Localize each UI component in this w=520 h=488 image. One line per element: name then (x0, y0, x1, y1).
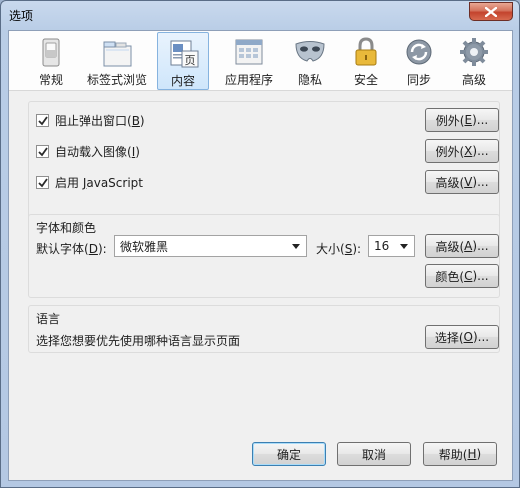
applications-grid-icon (235, 39, 263, 65)
tab-label: 应用程序 (224, 73, 273, 87)
checkmark-icon (37, 115, 48, 125)
lock-icon (355, 37, 377, 66)
switch-icon (42, 38, 60, 67)
content-options-group: 阻止弹出窗口(B) 例外(E)... 自动载入图像(I) 例外(X)... 启用… (28, 101, 500, 225)
ok-button[interactable]: 确定 (252, 442, 326, 466)
svg-text:页: 页 (185, 54, 196, 67)
chevron-down-icon (292, 244, 300, 249)
tab-advanced[interactable]: 高级 (452, 32, 496, 90)
checkmark-icon (37, 177, 48, 187)
language-group: 语言 选择您想要优先使用哪种语言显示页面 选择(O)... (28, 305, 500, 353)
default-font-label: 默认字体(D): (36, 242, 107, 256)
mask-icon (295, 41, 325, 62)
load-images-checkbox[interactable] (36, 145, 49, 158)
tab-general[interactable]: 常规 (23, 32, 79, 90)
fonts-colors-group: 字体和颜色 默认字体(D): 微软雅黑 大小(S): 16 高级(A)... 颜… (28, 214, 500, 298)
tab-label: 内容 (170, 74, 195, 88)
language-title: 语言 (36, 312, 61, 326)
tab-label: 常规 (38, 73, 63, 87)
tab-content[interactable]: 页 内容 (157, 32, 209, 90)
tab-applications[interactable]: 应用程序 (215, 32, 283, 90)
tab-label: 同步 (406, 73, 431, 87)
colors-button[interactable]: 颜色(C)... (425, 264, 499, 288)
client-area: 常规 标签式浏览 页 内容 应用程序 隐私 安全 同步 高级 阻止弹出窗口(B)… (8, 30, 513, 481)
font-size-value: 16 (374, 239, 390, 253)
tab-label: 隐私 (297, 73, 322, 87)
tab-tabs[interactable]: 标签式浏览 (81, 32, 153, 90)
javascript-checkbox-row[interactable]: 启用 JavaScript (36, 174, 143, 191)
category-toolbar: 常规 标签式浏览 页 内容 应用程序 隐私 安全 同步 高级 (9, 31, 512, 91)
font-size-select[interactable]: 16 (368, 235, 415, 257)
options-window: 选项 常规 标签式浏览 页 内容 应用程序 隐私 安全 同步 高级 阻止弹出窗口… (0, 0, 520, 488)
tab-label: 标签式浏览 (86, 73, 147, 87)
load-images-label: 自动载入图像(I) (55, 145, 140, 159)
default-font-select[interactable]: 微软雅黑 (114, 235, 307, 257)
content-page-icon: 页 (170, 40, 199, 68)
cancel-button[interactable]: 取消 (337, 442, 411, 466)
load-images-checkbox-row[interactable]: 自动载入图像(I) (36, 143, 140, 160)
block-popups-checkbox-row[interactable]: 阻止弹出窗口(B) (36, 112, 145, 129)
help-button[interactable]: 帮助(H) (423, 442, 497, 466)
fonts-colors-title: 字体和颜色 (36, 221, 97, 235)
default-font-value: 微软雅黑 (120, 239, 169, 254)
tabs-icon (103, 41, 132, 67)
window-title: 选项 (9, 9, 34, 23)
javascript-label: 启用 JavaScript (55, 176, 143, 190)
sync-icon (406, 39, 432, 65)
language-description: 选择您想要优先使用哪种语言显示页面 (36, 334, 241, 348)
block-popups-checkbox[interactable] (36, 114, 49, 127)
checkmark-icon (37, 146, 48, 156)
chevron-down-icon (400, 244, 408, 249)
javascript-checkbox[interactable] (36, 176, 49, 189)
javascript-advanced-button[interactable]: 高级(V)... (425, 170, 499, 194)
gear-icon (460, 38, 488, 66)
popup-exceptions-button[interactable]: 例外(E)... (425, 108, 499, 132)
tab-label: 高级 (461, 73, 486, 87)
fonts-advanced-button[interactable]: 高级(A)... (425, 234, 499, 258)
block-popups-label: 阻止弹出窗口(B) (55, 114, 145, 128)
size-label: 大小(S): (316, 242, 362, 256)
close-icon (485, 6, 497, 17)
tab-label: 安全 (353, 73, 378, 87)
title-bar[interactable]: 选项 (1, 1, 519, 27)
tab-privacy[interactable]: 隐私 (287, 32, 333, 90)
choose-language-button[interactable]: 选择(O)... (425, 325, 499, 349)
tab-sync[interactable]: 同步 (399, 32, 439, 90)
image-exceptions-button[interactable]: 例外(X)... (425, 139, 499, 163)
close-button[interactable] (469, 2, 513, 21)
tab-security[interactable]: 安全 (343, 32, 389, 90)
